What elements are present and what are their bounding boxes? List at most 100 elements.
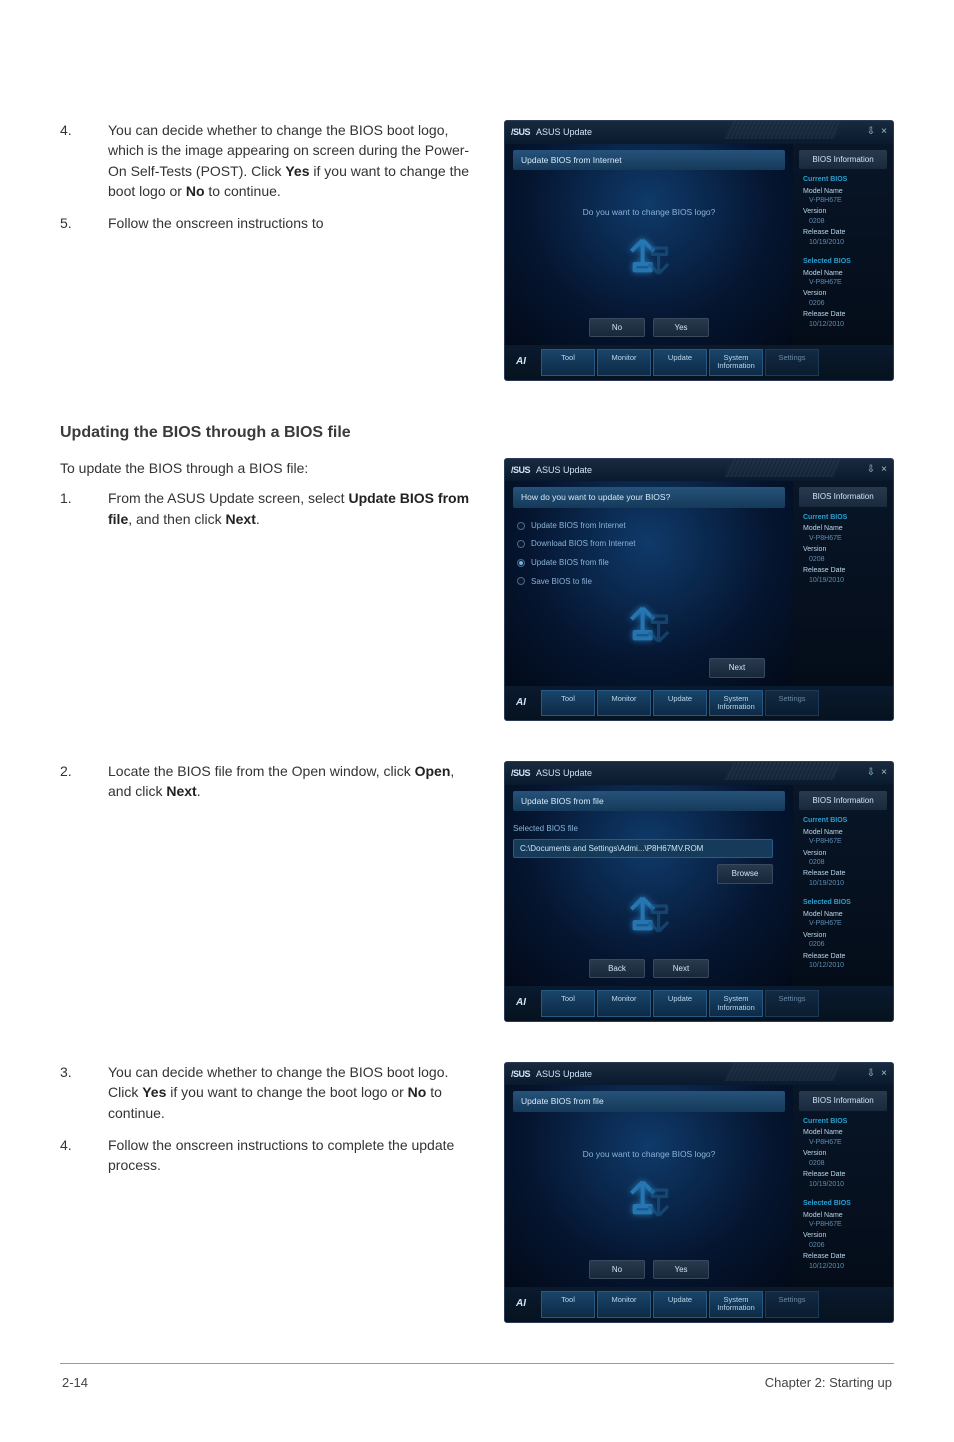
- prompt-text: Do you want to change BIOS logo?: [513, 1148, 785, 1160]
- section-heading: Updating the BIOS through a BIOS file: [60, 421, 894, 444]
- step-body: Follow the onscreen instructions to comp…: [108, 1135, 474, 1176]
- tab-settings[interactable]: Settings: [765, 349, 819, 376]
- asus-update-window-change-logo-file: /SUS ASUS Update ⇩ × Update BIOS from fi…: [504, 1062, 894, 1323]
- tab-update[interactable]: Update: [653, 1291, 707, 1318]
- pin-icon[interactable]: ⇩: [867, 1067, 875, 1082]
- close-icon[interactable]: ×: [881, 125, 887, 140]
- next-button[interactable]: Next: [653, 959, 709, 979]
- browse-button[interactable]: Browse: [717, 864, 773, 884]
- window-title: ASUS Update: [536, 767, 592, 780]
- tab-update[interactable]: Update: [653, 690, 707, 717]
- page-number: 2-14: [62, 1374, 88, 1393]
- step-number: 2.: [60, 761, 80, 802]
- chapter-label: Chapter 2: Starting up: [765, 1374, 892, 1393]
- asus-logo: /SUS: [511, 126, 530, 139]
- yes-button[interactable]: Yes: [653, 1260, 709, 1280]
- tab-tool[interactable]: Tool: [541, 690, 595, 717]
- tab-tool[interactable]: Tool: [541, 1291, 595, 1318]
- tab-settings[interactable]: Settings: [765, 1291, 819, 1318]
- section2-steps34: 3. You can decide whether to change the …: [60, 1062, 474, 1187]
- panel-header: Update BIOS from file: [513, 791, 785, 811]
- selected-bios-block: Selected BIOS Model Name V-P8H67E Versio…: [799, 898, 887, 970]
- tab-settings[interactable]: Settings: [765, 690, 819, 717]
- next-button[interactable]: Next: [709, 658, 765, 678]
- selected-bios-file-label: Selected BIOS file: [513, 823, 785, 835]
- upload-arrow-icon: [625, 600, 673, 648]
- close-icon[interactable]: ×: [881, 766, 887, 781]
- asus-update-window-select-file: /SUS ASUS Update ⇩ × Update BIOS from fi…: [504, 761, 894, 1022]
- tab-monitor[interactable]: Monitor: [597, 1291, 651, 1318]
- tab-settings[interactable]: Settings: [765, 990, 819, 1017]
- current-bios-block: Current BIOS Model Name V-P8H67E Version…: [799, 513, 887, 585]
- step-number: 5.: [60, 213, 80, 233]
- asus-logo: /SUS: [511, 464, 530, 477]
- section2-step2: 2. Locate the BIOS file from the Open wi…: [60, 761, 474, 814]
- section2-lead-step1: To update the BIOS through a BIOS file: …: [60, 458, 474, 541]
- pin-icon[interactable]: ⇩: [867, 463, 875, 478]
- current-bios-block: Current BIOS Model Name V-P8H67E Version…: [799, 816, 887, 888]
- tab-monitor[interactable]: Monitor: [597, 690, 651, 717]
- ai-suite-icon[interactable]: AI: [509, 1291, 533, 1318]
- tab-system-information[interactable]: System Information: [709, 690, 763, 717]
- close-icon[interactable]: ×: [881, 1067, 887, 1082]
- upload-arrow-icon: [625, 232, 673, 280]
- tab-tool[interactable]: Tool: [541, 349, 595, 376]
- upload-arrow-icon: [625, 890, 673, 938]
- bios-file-path-input[interactable]: C:\Documents and Settings\Admi...\P8H67M…: [513, 839, 773, 859]
- tab-monitor[interactable]: Monitor: [597, 990, 651, 1017]
- panel-header: Update BIOS from Internet: [513, 150, 785, 170]
- tab-update[interactable]: Update: [653, 349, 707, 376]
- upload-arrow-icon: [625, 1174, 673, 1222]
- window-title: ASUS Update: [536, 464, 592, 477]
- selected-bios-block: Selected BIOS Model Name V-P8H67E Versio…: [799, 257, 887, 329]
- no-button[interactable]: No: [589, 318, 645, 338]
- window-title: ASUS Update: [536, 1068, 592, 1081]
- section1-text: 4. You can decide whether to change the …: [60, 120, 474, 245]
- bios-info-header: BIOS Information: [799, 150, 887, 170]
- current-bios-block: Current BIOS Model Name V-P8H67E Version…: [799, 175, 887, 247]
- option-update-from-internet[interactable]: Update BIOS from Internet: [517, 520, 781, 532]
- step-number: 4.: [60, 1135, 80, 1176]
- no-button[interactable]: No: [589, 1260, 645, 1280]
- selected-bios-block: Selected BIOS Model Name V-P8H67E Versio…: [799, 1199, 887, 1271]
- tab-update[interactable]: Update: [653, 990, 707, 1017]
- pin-icon[interactable]: ⇩: [867, 766, 875, 781]
- ai-suite-icon[interactable]: AI: [509, 690, 533, 717]
- tab-tool[interactable]: Tool: [541, 990, 595, 1017]
- asus-logo: /SUS: [511, 767, 530, 780]
- step-number: 3.: [60, 1062, 80, 1123]
- update-method-options: Update BIOS from Internet Download BIOS …: [513, 516, 785, 594]
- window-title: ASUS Update: [536, 126, 592, 139]
- back-button[interactable]: Back: [589, 959, 645, 979]
- step-body: Locate the BIOS file from the Open windo…: [108, 761, 474, 802]
- bios-info-header: BIOS Information: [799, 487, 887, 507]
- option-download-from-internet[interactable]: Download BIOS from Internet: [517, 538, 781, 550]
- tab-system-information[interactable]: System Information: [709, 349, 763, 376]
- ai-suite-icon[interactable]: AI: [509, 990, 533, 1017]
- pin-icon[interactable]: ⇩: [867, 125, 875, 140]
- current-bios-block: Current BIOS Model Name V-P8H67E Version…: [799, 1117, 887, 1189]
- panel-header: Update BIOS from file: [513, 1091, 785, 1111]
- asus-update-window-select-method: /SUS ASUS Update ⇩ × How do you want to …: [504, 458, 894, 721]
- yes-button[interactable]: Yes: [653, 318, 709, 338]
- footer-rule: [60, 1363, 894, 1364]
- bios-info-header: BIOS Information: [799, 1091, 887, 1111]
- step-number: 4.: [60, 120, 80, 201]
- panel-header: How do you want to update your BIOS?: [513, 487, 785, 507]
- asus-update-window-change-logo-internet: /SUS ASUS Update ⇩ × Update BIOS from In…: [504, 120, 894, 381]
- ai-suite-icon[interactable]: AI: [509, 349, 533, 376]
- option-save-to-file[interactable]: Save BIOS to file: [517, 576, 781, 588]
- lead-text: To update the BIOS through a BIOS file:: [60, 458, 474, 478]
- asus-logo: /SUS: [511, 1068, 530, 1081]
- step-body: Follow the onscreen instructions to: [108, 213, 474, 233]
- tab-monitor[interactable]: Monitor: [597, 349, 651, 376]
- step-number: 1.: [60, 488, 80, 529]
- prompt-text: Do you want to change BIOS logo?: [513, 206, 785, 218]
- close-icon[interactable]: ×: [881, 463, 887, 478]
- tab-system-information[interactable]: System Information: [709, 990, 763, 1017]
- bios-info-header: BIOS Information: [799, 791, 887, 811]
- tab-system-information[interactable]: System Information: [709, 1291, 763, 1318]
- step-body: You can decide whether to change the BIO…: [108, 1062, 474, 1123]
- step-body: From the ASUS Update screen, select Upda…: [108, 488, 474, 529]
- option-update-from-file[interactable]: Update BIOS from file: [517, 557, 781, 569]
